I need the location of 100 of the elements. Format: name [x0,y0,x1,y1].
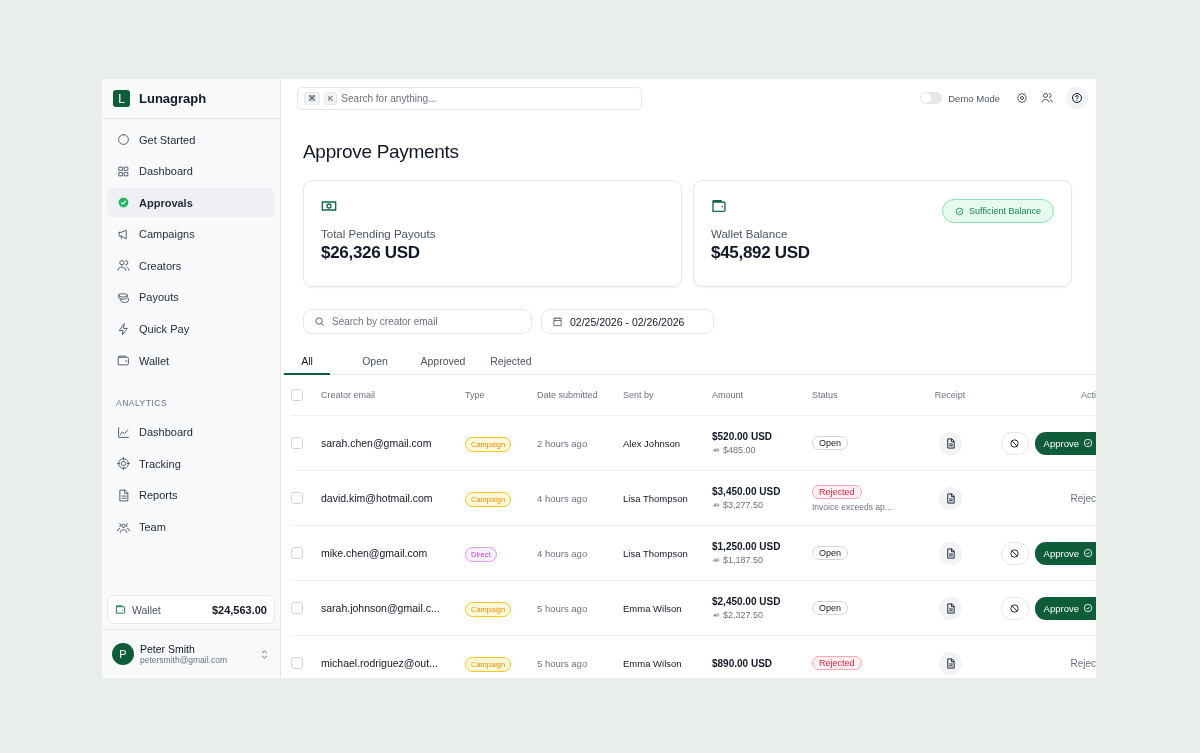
receipt-button[interactable] [938,651,962,675]
sidebar-item[interactable]: Campaigns [107,219,275,249]
receipt-button[interactable] [938,596,962,620]
checkbox[interactable] [291,657,303,669]
net-amount: $3,277.50 [723,500,764,510]
receipt-button[interactable] [938,486,962,510]
avatar: P [112,643,134,665]
document-icon [944,437,956,449]
date-submitted: 2 hours ago [537,437,589,449]
sidebar-item[interactable]: Creators [107,251,275,281]
help-button[interactable] [1066,87,1088,109]
tab[interactable]: Open [352,348,398,375]
checkbox[interactable] [291,602,303,614]
status-tag: Rejected [812,656,862,670]
creator-email: david.kim@hotmail.com [321,492,434,504]
sidebar-item[interactable]: Approvals [107,188,275,218]
net-amount: $2,327.50 [723,610,764,620]
tab[interactable]: Approved [420,348,466,375]
sidebar-item[interactable]: Get Started [107,125,275,154]
card-label: Wallet Balance [711,228,789,240]
card-value: $45,892 USD [711,243,811,263]
sidebar-item[interactable]: Team [107,512,275,542]
approve-button[interactable]: Approve [1034,431,1096,455]
approve-button[interactable]: Approve [1034,596,1096,620]
receipt-button[interactable] [938,541,962,565]
search-field[interactable]: Search by creator email [303,309,532,334]
grid-icon [117,164,130,178]
sender-name: Emma Wilson [623,657,683,669]
column-header: Sent by [623,390,655,400]
status-note: Invoice exceeds ap... [812,501,892,512]
tab[interactable]: Rejected [488,348,534,375]
user-name: Peter Smith [140,643,196,655]
section-title: ANALYTICS [116,397,169,408]
users-icon [117,259,130,273]
amount: $520.00 USD [712,431,773,442]
amount: $1,250.00 USD [712,541,781,552]
sidebar-item[interactable]: Dashboard [107,156,275,186]
search-field[interactable]: ⌘ K Search for anything... [297,86,642,110]
sender-name: Emma Wilson [623,602,683,614]
sidebar-item[interactable]: Payouts [107,282,275,312]
date-range-picker[interactable]: 02/25/2026 - 02/26/2026 [541,309,714,334]
status-tag: Open [812,546,849,560]
toggle-switch[interactable] [920,92,943,104]
keyboard-key: ⌘ [304,91,320,105]
column-header: Creator email [321,390,377,400]
sender-name: Lisa Thompson [623,492,689,504]
sidebar-item[interactable]: Dashboard [107,417,275,447]
date-submitted: 4 hours ago [537,492,589,504]
rejected-label: Rejec [1070,657,1096,669]
rejected-label: Rejec [1070,492,1096,504]
creator-email: sarah.johnson@gmail.c... [321,602,441,614]
creator-email: michael.rodriguez@out... [321,657,439,669]
tab[interactable]: All [284,348,330,375]
toggle-label: Demo Mode [948,92,1000,104]
sender-name: Alex Johnson [623,437,682,449]
status-tag: Rejected [812,484,862,499]
checkbox[interactable] [291,389,303,401]
chevron-up-down-icon[interactable] [259,648,270,660]
reject-button[interactable] [1000,596,1029,620]
document-icon [944,547,956,559]
check-circle-icon [1083,603,1093,613]
receipt-button[interactable] [938,431,962,455]
reject-button[interactable] [1000,541,1029,565]
approve-button[interactable]: Approve [1034,541,1096,565]
sender-name: Lisa Thompson [623,547,689,559]
wallet-icon [117,354,130,368]
amount: $2,450.00 USD [712,596,781,607]
sidebar-item[interactable]: Quick Pay [107,314,275,344]
creator-email: mike.chen@gmail.com [321,547,429,559]
users-icon[interactable] [1041,92,1053,104]
sidebar-item[interactable]: Tracking [107,449,275,479]
check-circle-icon [955,206,965,216]
column-header: Amount [712,390,745,400]
reject-button[interactable] [1000,431,1029,455]
wallet-icon [711,198,727,214]
lightning-icon [117,322,130,336]
sidebar-item[interactable]: Reports [107,480,275,510]
document-icon [944,492,956,504]
page-title: Approve Payments [303,141,460,163]
team-icon [117,520,130,534]
sidebar-item[interactable]: Wallet [107,346,275,376]
date-range: 02/25/2026 - 02/26/2026 [570,315,685,328]
net-amount: $485.00 [723,445,756,455]
badge-label: Sufficient Balance [969,206,1041,216]
user-email: petersmith@gmail.com [140,655,228,665]
card-value: $26,326 USD [321,243,421,263]
search-input[interactable]: Search for anything... [341,92,632,104]
prohibited-icon [1009,547,1021,559]
date-submitted: 5 hours ago [537,602,589,614]
checkbox[interactable] [291,437,303,449]
target-icon [117,457,130,471]
settings-icon[interactable] [1016,92,1028,104]
search-icon [314,316,325,327]
document-icon [944,657,956,669]
checkbox[interactable] [291,547,303,559]
checkbox[interactable] [291,492,303,504]
app-name: Lunagraph [139,91,207,106]
wallet-card[interactable]: Wallet $24,563.00 [107,595,275,624]
status-tag: Open [812,601,849,615]
check-circle-icon [1083,438,1093,448]
